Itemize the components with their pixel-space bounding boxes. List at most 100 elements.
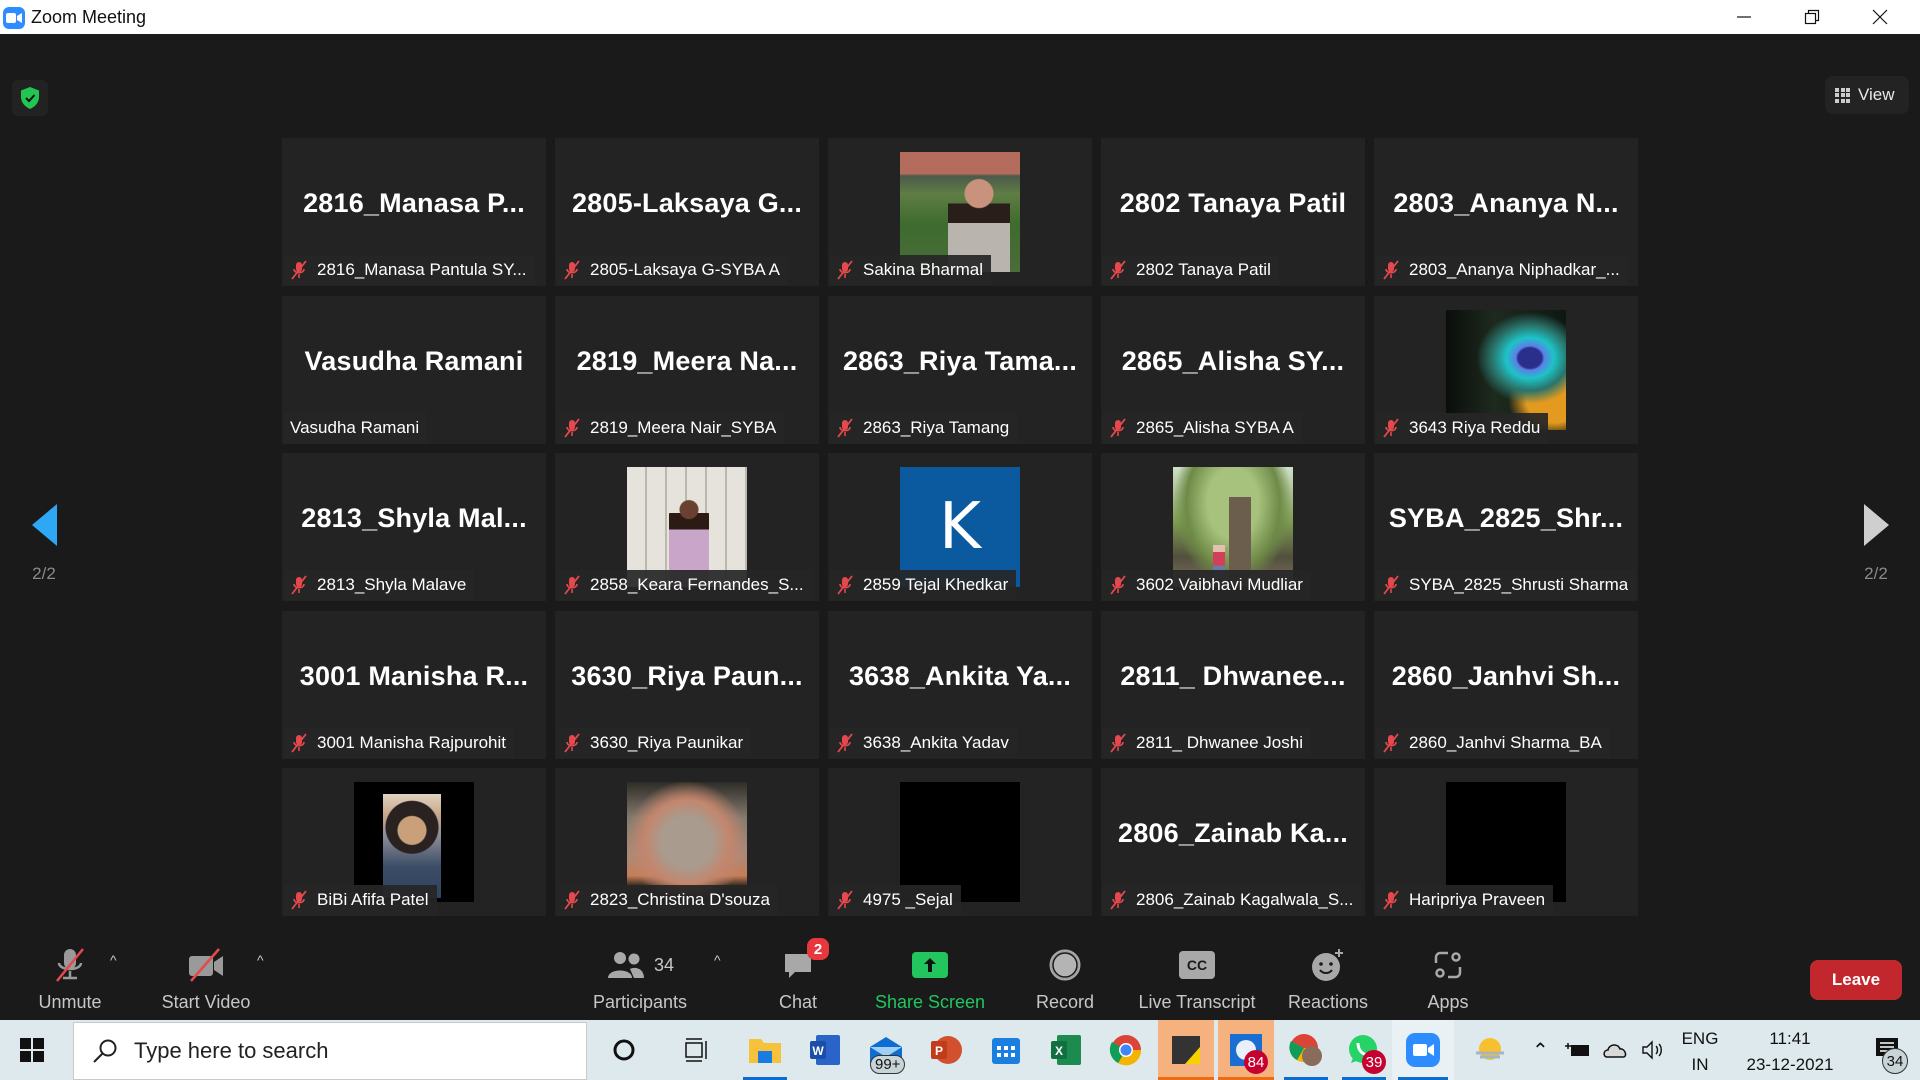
participant-tile[interactable]: 3643 Riya Reddu bbox=[1374, 295, 1638, 444]
calendar-icon bbox=[992, 1038, 1020, 1064]
restore-button[interactable] bbox=[1778, 0, 1846, 34]
participant-tile[interactable]: 3602 Vaibhavi Mudliar bbox=[1101, 453, 1365, 601]
participant-name-label: 2806_Zainab Kagalwala_S... bbox=[1103, 885, 1362, 915]
weather-button[interactable] bbox=[1462, 1020, 1518, 1080]
chrome-profile-button[interactable] bbox=[1278, 1020, 1334, 1080]
volume-icon[interactable] bbox=[1641, 1039, 1667, 1061]
participant-avatar bbox=[900, 782, 1020, 902]
grid-icon bbox=[1835, 87, 1850, 103]
audio-options-caret[interactable]: ^ bbox=[110, 952, 117, 968]
participant-tile[interactable]: SYBA_2825_Shr... SYBA_2825_Shrusti Sharma bbox=[1374, 453, 1638, 601]
participants-options-caret[interactable]: ^ bbox=[714, 952, 721, 968]
reactions-button[interactable]: Reactions bbox=[1288, 944, 1368, 1013]
excel-button[interactable]: X bbox=[1038, 1020, 1094, 1080]
muted-microphone-icon bbox=[1110, 417, 1126, 438]
sticky-notes-button[interactable] bbox=[1158, 1020, 1214, 1080]
start-video-button[interactable]: Start Video bbox=[156, 944, 256, 1013]
participant-tile[interactable]: 3638_Ankita Ya... 3638_Ankita Yadav bbox=[828, 610, 1092, 759]
next-page-button[interactable]: 2/2 bbox=[1846, 504, 1906, 584]
chrome-button[interactable] bbox=[1098, 1020, 1154, 1080]
participant-display-name: 3638_Ankita Ya... bbox=[848, 660, 1072, 691]
task-view-button[interactable] bbox=[668, 1020, 724, 1080]
video-off-icon bbox=[189, 948, 223, 982]
file-explorer-button[interactable] bbox=[737, 1020, 793, 1080]
participant-name: Vasudha Ramani bbox=[290, 417, 420, 437]
cortana-button[interactable] bbox=[596, 1020, 652, 1080]
chrome-icon bbox=[1109, 1035, 1142, 1066]
participant-name-label: 3638_Ankita Yadav bbox=[830, 727, 1017, 758]
live-transcript-button[interactable]: CC Live Transcript bbox=[1136, 944, 1258, 1013]
participant-name-label: 2823_Christina D'souza bbox=[557, 885, 778, 915]
participants-label: Participants bbox=[592, 992, 688, 1012]
participant-tile[interactable]: 2863_Riya Tama... 2863_Riya Tamang bbox=[828, 295, 1092, 444]
participant-tile[interactable]: 2803_Ananya N... 2803_Ananya Niphadkar_..… bbox=[1374, 138, 1638, 286]
action-center-button[interactable]: 34 bbox=[1860, 1020, 1916, 1080]
participant-tile[interactable]: 2860_Janhvi Sh... 2860_Janhvi Sharma_BA bbox=[1374, 610, 1638, 759]
participant-tile[interactable]: Haripriya Praveen bbox=[1374, 768, 1638, 916]
unmute-button[interactable]: Unmute bbox=[28, 944, 112, 1013]
participant-grid: 2816_Manasa P... 2816_Manasa Pantula SY..… bbox=[282, 138, 1638, 916]
muted-microphone-icon bbox=[291, 732, 307, 753]
participant-name: 2863_Riya Tamang bbox=[863, 417, 1010, 437]
input-language[interactable]: ENG IN bbox=[1680, 1026, 1720, 1078]
participant-name-label: 2811_ Dhwanee Joshi bbox=[1103, 727, 1311, 758]
muted-microphone-icon bbox=[1383, 732, 1399, 753]
cortana-icon bbox=[613, 1039, 635, 1061]
participant-tile[interactable]: 3630_Riya Paun... 3630_Riya Paunikar bbox=[555, 610, 819, 759]
participant-tile[interactable]: 3001 Manisha R... 3001 Manisha Rajpurohit bbox=[282, 610, 546, 759]
chat-button[interactable]: 2 Chat bbox=[770, 938, 829, 1013]
taskbar-clock[interactable]: 11:41 23-12-2021 bbox=[1740, 1026, 1840, 1078]
participant-tile[interactable]: 2813_Shyla Mal... 2813_Shyla Malave bbox=[282, 453, 546, 601]
participant-name-label: 2805-Laksaya G-SYBA A bbox=[557, 255, 788, 285]
participant-tile[interactable]: 2816_Manasa P... 2816_Manasa Pantula SY..… bbox=[282, 138, 546, 286]
participant-tile[interactable]: 2805-Laksaya G... 2805-Laksaya G-SYBA A bbox=[555, 138, 819, 286]
participant-tile[interactable]: 4975 _Sejal bbox=[828, 768, 1092, 916]
participant-tile[interactable]: 2858_Keara Fernandes_S... bbox=[555, 453, 819, 601]
video-options-caret[interactable]: ^ bbox=[257, 952, 264, 968]
participant-name-label: BiBi Afifa Patel bbox=[284, 885, 437, 915]
close-button[interactable] bbox=[1846, 0, 1914, 34]
windows-start-button[interactable] bbox=[20, 1038, 44, 1062]
title-bar: Zoom Meeting bbox=[0, 0, 1920, 34]
participant-tile[interactable]: Sakina Bharmal bbox=[828, 138, 1092, 286]
previous-page-button[interactable]: 2/2 bbox=[14, 504, 74, 584]
leave-button[interactable]: Leave bbox=[1810, 960, 1902, 1000]
word-button[interactable]: W bbox=[797, 1020, 853, 1080]
battery-icon[interactable] bbox=[1564, 1040, 1591, 1060]
participant-avatar bbox=[900, 152, 1020, 272]
onedrive-cloud-icon[interactable] bbox=[1603, 1040, 1629, 1060]
notifications-count: 34 bbox=[1882, 1048, 1908, 1074]
page-indicator: 2/2 bbox=[1864, 564, 1888, 583]
participant-tile[interactable]: 2811_ Dhwanee... 2811_ Dhwanee Joshi bbox=[1101, 610, 1365, 759]
participant-name-label: 4975 _Sejal bbox=[830, 885, 961, 915]
taskbar-search-box[interactable]: Type here to search bbox=[73, 1022, 587, 1080]
participant-name: 2813_Shyla Malave bbox=[317, 575, 467, 594]
participant-tile[interactable]: K 2859 Tejal Khedkar bbox=[828, 453, 1092, 601]
share-screen-button[interactable]: Share Screen bbox=[874, 944, 986, 1013]
participant-tile[interactable]: 2865_Alisha SY... 2865_Alisha SYBA A bbox=[1101, 295, 1365, 444]
calendar-button[interactable] bbox=[978, 1020, 1034, 1080]
participant-tile[interactable]: 2806_Zainab Ka... 2806_Zainab Kagalwala_S… bbox=[1101, 768, 1365, 916]
participant-tile[interactable]: Vasudha Ramani Vasudha Ramani bbox=[282, 295, 546, 444]
whatsapp-button[interactable]: 39 bbox=[1336, 1020, 1392, 1080]
unmute-label: Unmute bbox=[38, 992, 102, 1012]
mail-button[interactable]: 99+ bbox=[858, 1020, 914, 1080]
participant-avatar bbox=[627, 467, 747, 587]
minimize-button[interactable] bbox=[1710, 0, 1778, 34]
participant-tile[interactable]: BiBi Afifa Patel bbox=[282, 768, 546, 916]
apps-button[interactable]: Apps bbox=[1420, 944, 1476, 1013]
participant-tile[interactable]: 2819_Meera Na... 2819_Meera Nair_SYBA bbox=[555, 295, 819, 444]
view-button[interactable]: View bbox=[1825, 76, 1909, 114]
participant-tile[interactable]: 2823_Christina D'souza bbox=[555, 768, 819, 916]
participants-button[interactable]: 34 Participants bbox=[586, 944, 694, 1013]
slack-button[interactable]: 84 bbox=[1218, 1020, 1274, 1080]
participant-name: 2816_Manasa Pantula SY... bbox=[317, 260, 527, 279]
show-hidden-icons-chevron[interactable]: ⌃ bbox=[1532, 1038, 1549, 1063]
participant-tile[interactable]: 2802 Tanaya Patil 2802 Tanaya Patil bbox=[1101, 138, 1365, 286]
record-button[interactable]: Record bbox=[1030, 944, 1100, 1013]
powerpoint-button[interactable]: P bbox=[918, 1020, 974, 1080]
participant-name-label: 3001 Manisha Rajpurohit bbox=[284, 727, 515, 758]
zoom-taskbar-button[interactable] bbox=[1392, 1020, 1454, 1080]
security-shield-button[interactable] bbox=[12, 80, 48, 116]
participant-display-name: 2819_Meera Na... bbox=[576, 345, 798, 376]
